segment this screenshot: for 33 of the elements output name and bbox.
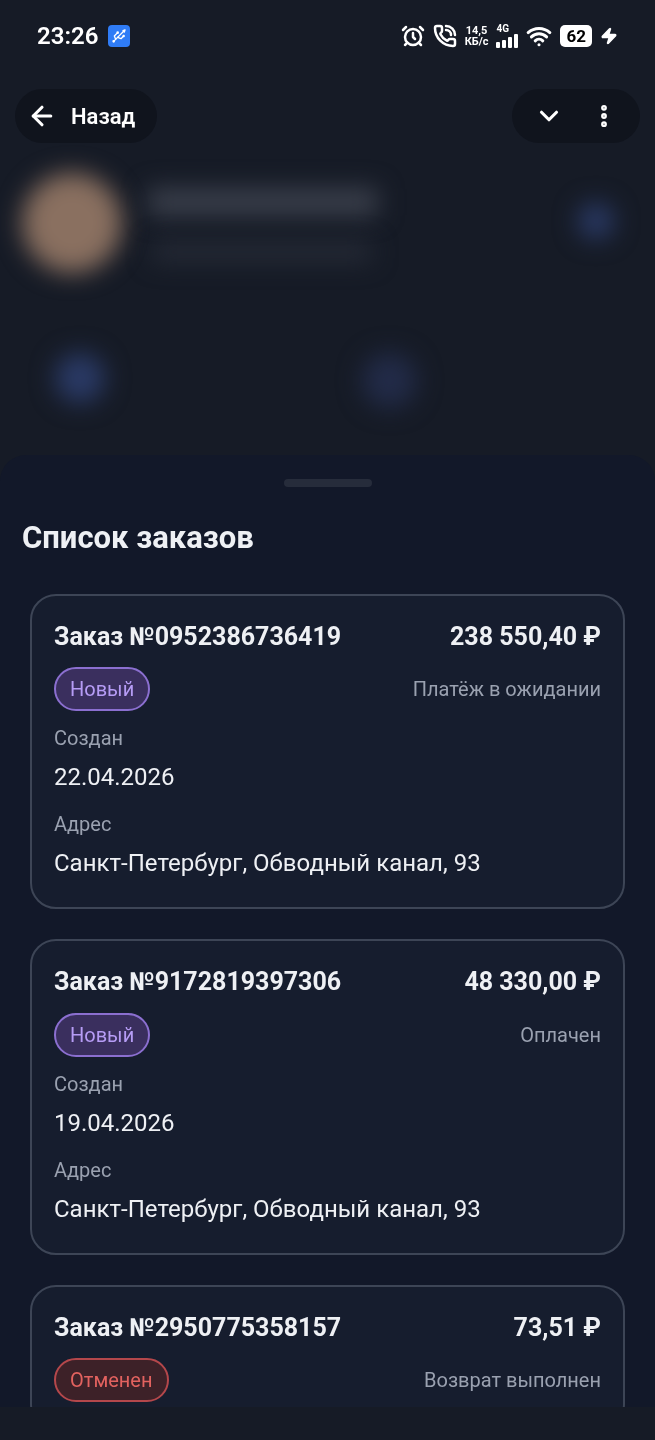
signal-icon xyxy=(496,34,519,48)
battery-indicator: 62 xyxy=(560,25,592,47)
alarm-icon xyxy=(400,24,425,48)
created-date: 19.04.2026 xyxy=(54,1107,176,1139)
address-label: Адрес xyxy=(54,811,113,838)
created-date: 22.04.2026 xyxy=(54,762,176,793)
order-number: Заказ №2950775358157 xyxy=(54,1311,342,1344)
status-badge: Отменен xyxy=(54,1358,169,1402)
clock-time: 23:26 xyxy=(37,21,99,52)
status-badge: Новый xyxy=(54,667,151,711)
created-label: Создан xyxy=(54,725,125,752)
network-type: 4G xyxy=(496,24,510,34)
order-card[interactable]: Заказ №2950775358157 73,51 ₽ Отменен Возврат выполнен xyxy=(30,1284,625,1407)
order-number: Заказ №0952386736419 xyxy=(54,620,342,653)
back-button[interactable]: Назад xyxy=(15,89,158,143)
payment-status: Возврат выполнен xyxy=(424,1367,601,1394)
address-label: Адрес xyxy=(54,1156,113,1184)
payment-status: Оплачен xyxy=(520,1021,601,1049)
order-amount: 73,51 ₽ xyxy=(513,1311,601,1344)
payment-status: Платёж в ожидании xyxy=(412,676,601,703)
wifi-call-icon xyxy=(432,24,457,48)
usb-icon xyxy=(108,25,131,47)
address-text: Санкт-Петербург, Обводный канал, 93 xyxy=(54,1193,482,1225)
status-badge: Новый xyxy=(54,1012,151,1057)
order-amount: 48 330,00 ₽ xyxy=(464,966,601,998)
order-card[interactable]: Заказ №9172819397306 48 330,00 ₽ Новый Оплачен Создан 19.04.2026 Адрес Санкт-Петербург, Обводный канал, 93 xyxy=(30,939,625,1255)
address-text: Санкт-Петербург, Обводный канал, 93 xyxy=(54,848,482,879)
network-speed: 14,5 КБ/с xyxy=(464,25,489,47)
sheet-title: Список заказов xyxy=(21,518,255,558)
created-label: Создан xyxy=(54,1070,125,1098)
order-amount: 238 550,40 ₽ xyxy=(450,620,601,653)
order-card[interactable]: Заказ №0952386736419 238 550,40 ₽ Новый Платёж в ожидании Создан 22.04.2026 Адрес Санкт-Петербург, Обводный канал, 93 xyxy=(30,593,625,909)
order-number: Заказ №9172819397306 xyxy=(54,966,342,998)
